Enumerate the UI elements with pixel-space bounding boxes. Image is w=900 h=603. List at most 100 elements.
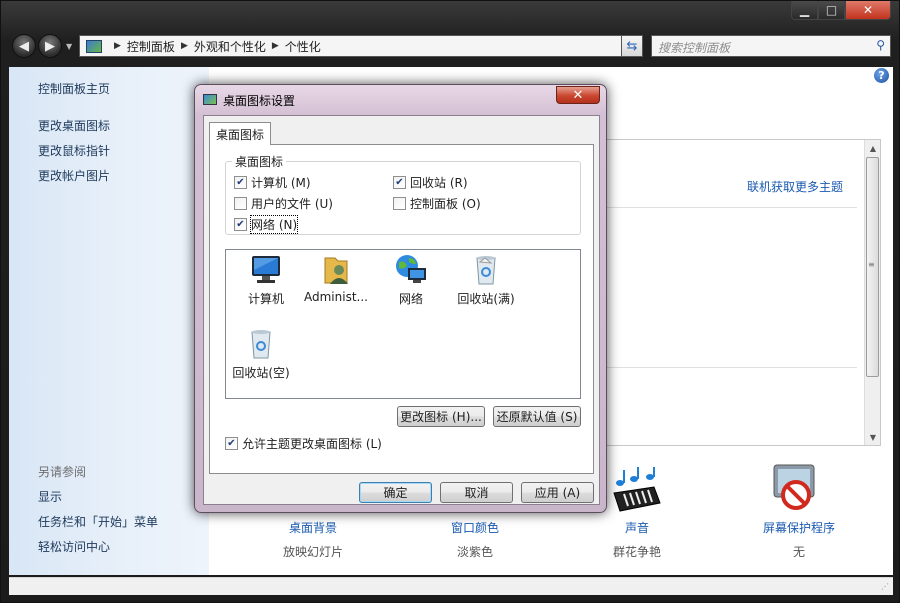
control-panel-checkbox[interactable]: 控制面板 (O)	[393, 195, 481, 212]
breadcrumb-separator-icon[interactable]: ▶	[114, 41, 121, 51]
recent-pages-dropdown[interactable]: ▼	[66, 42, 72, 51]
window-color-item[interactable]: 窗口颜色 淡紫色	[405, 519, 545, 560]
list-item-computer[interactable]: 计算机	[226, 254, 306, 307]
checkbox-box[interactable]	[393, 197, 406, 210]
desktop-icons-group: 桌面图标 ✔ 计算机 (M) ✔ 回收站 (R) 用户的文件 (U) 控制面板 …	[225, 153, 581, 235]
dialog-body: 桌面图标 桌面图标 ✔ 计算机 (M) ✔ 回收站 (R) 用户的文件 (U)	[203, 115, 600, 505]
list-item-label: 回收站(满)	[457, 292, 515, 306]
list-item-user-files[interactable]: Administ...	[296, 254, 376, 304]
checkbox-box[interactable]: ✔	[234, 176, 247, 189]
checkbox-label: 用户的文件 (U)	[251, 197, 333, 211]
maximize-button[interactable]: □	[818, 1, 845, 20]
group-title: 桌面图标	[232, 153, 287, 170]
list-item-recycle-bin-full[interactable]: 回收站(满)	[446, 254, 526, 307]
checkbox-label: 计算机 (M)	[251, 176, 311, 190]
address-bar[interactable]: ▶ 控制面板 ▶ 外观和个性化 ▶ 个性化 ▼	[79, 35, 643, 57]
allow-themes-checkbox[interactable]: ✔ 允许主题更改桌面图标 (L)	[225, 435, 382, 452]
network-checkbox[interactable]: ✔ 网络 (N)	[234, 215, 299, 234]
restore-default-button[interactable]: 还原默认值 (S)	[493, 406, 581, 427]
see-also-heading: 另请参阅	[38, 465, 87, 479]
screen-saver-item[interactable]: 屏幕保护程序 无	[729, 519, 869, 560]
list-item-label: 计算机	[247, 292, 284, 306]
window-color-label[interactable]: 窗口颜色	[405, 519, 545, 536]
help-icon[interactable]: ?	[874, 68, 889, 83]
recycle-bin-empty-icon	[251, 330, 271, 359]
checkbox-box[interactable]: ✔	[225, 437, 238, 450]
ok-button[interactable]: 确定	[359, 482, 432, 503]
breadcrumb-control-panel[interactable]: 控制面板	[127, 38, 175, 55]
dialog-icon	[203, 94, 217, 105]
screen-saver-value: 无	[792, 545, 805, 559]
sidebar-link-taskbar-start-menu[interactable]: 任务栏和「开始」菜单	[38, 513, 158, 530]
dialog-title: 桌面图标设置	[223, 94, 296, 108]
control-panel-icon	[86, 39, 102, 53]
desktop-icon-list[interactable]: 计算机 Administ... 网络 回收站(满) 回收站(空)	[225, 249, 581, 399]
scroll-up-icon[interactable]: ▲	[865, 140, 881, 156]
window-controls: ▁ □ ✕	[791, 1, 891, 20]
sounds-item[interactable]: 声音 群花争艳	[567, 519, 707, 560]
breadcrumb-personalization[interactable]: 个性化	[285, 38, 321, 55]
breadcrumb-separator-icon[interactable]: ▶	[181, 41, 188, 51]
recycle-bin-checkbox[interactable]: ✔ 回收站 (R)	[393, 174, 468, 191]
desktop-background-item[interactable]: 桌面背景 放映幻灯片	[243, 519, 383, 560]
sounds-music-icon[interactable]	[606, 467, 662, 515]
resize-grip-icon[interactable]: ⋰	[881, 582, 889, 591]
change-icon-button[interactable]: 更改图标 (H)...	[397, 406, 485, 427]
forward-button[interactable]: ▶	[38, 34, 62, 58]
navigation-bar: ◀ ▶ ▼ ▶ 控制面板 ▶ 外观和个性化 ▶ 个性化 ▼ ⇆ 搜索控制面板 ⚲	[9, 33, 891, 59]
checkbox-label: 控制面板 (O)	[410, 197, 481, 211]
sidebar-link-display[interactable]: 显示	[38, 488, 62, 505]
desktop-background-value: 放映幻灯片	[282, 545, 343, 559]
breadcrumb-appearance[interactable]: 外观和个性化	[194, 38, 266, 55]
desktop-background-label[interactable]: 桌面背景	[243, 519, 383, 536]
apply-button[interactable]: 应用 (A)	[521, 482, 594, 503]
search-placeholder: 搜索控制面板	[658, 41, 731, 55]
refresh-icon: ⇆	[626, 38, 638, 54]
list-item-network[interactable]: 网络	[371, 254, 451, 307]
sounds-label[interactable]: 声音	[567, 519, 707, 536]
back-button[interactable]: ◀	[12, 34, 36, 58]
search-input[interactable]: 搜索控制面板 ⚲	[651, 35, 891, 57]
window-color-value: 淡紫色	[456, 545, 493, 559]
checkbox-box[interactable]: ✔	[234, 218, 247, 231]
sidebar-link-change-account-picture[interactable]: 更改帐户图片	[38, 167, 110, 184]
computer-icon	[252, 256, 280, 283]
checkbox-label: 回收站 (R)	[410, 176, 468, 190]
dialog-close-button[interactable]: ✕	[556, 86, 600, 104]
cancel-button[interactable]: 取消	[440, 482, 513, 503]
user-folder-icon	[324, 257, 348, 284]
desktop-icon-settings-dialog: 桌面图标设置 ✕ 桌面图标 桌面图标 ✔ 计算机 (M) ✔ 回收站 (R) 用…	[194, 84, 607, 513]
minimize-button[interactable]: ▁	[791, 1, 818, 20]
computer-checkbox[interactable]: ✔ 计算机 (M)	[234, 174, 311, 191]
arrow-right-icon: ▶	[45, 38, 55, 54]
recycle-bin-full-icon	[476, 256, 496, 285]
screen-saver-icon[interactable]	[771, 463, 821, 515]
sidebar-link-control-panel-home[interactable]: 控制面板主页	[38, 80, 110, 97]
tab-panel: 桌面图标 ✔ 计算机 (M) ✔ 回收站 (R) 用户的文件 (U) 控制面板 …	[209, 144, 594, 474]
horizontal-scrollbar[interactable]: ⋰	[9, 577, 893, 595]
themes-scrollbar[interactable]: ▲ ≡ ▼	[864, 140, 880, 445]
screen-saver-label[interactable]: 屏幕保护程序	[729, 519, 869, 536]
tab-desktop-icons[interactable]: 桌面图标	[209, 122, 272, 145]
sidebar-link-change-mouse-pointers[interactable]: 更改鼠标指针	[38, 142, 110, 159]
close-icon: ✕	[572, 87, 584, 103]
search-icon[interactable]: ⚲	[876, 38, 885, 52]
checkbox-box[interactable]	[234, 197, 247, 210]
breadcrumb-separator-icon[interactable]: ▶	[272, 41, 279, 51]
checkbox-label: 网络 (N)	[249, 215, 299, 234]
get-more-themes-link[interactable]: 联机获取更多主题	[747, 178, 843, 195]
sidebar-link-ease-of-access[interactable]: 轻松访问中心	[38, 538, 110, 555]
sounds-value: 群花争艳	[612, 545, 661, 559]
scroll-down-icon[interactable]: ▼	[865, 429, 881, 445]
list-item-label: Administ...	[304, 290, 368, 304]
close-button[interactable]: ✕	[845, 1, 891, 20]
list-item-label: 网络	[398, 292, 423, 306]
list-item-recycle-bin-empty[interactable]: 回收站(空)	[221, 328, 301, 381]
list-item-label: 回收站(空)	[232, 366, 290, 380]
scrollbar-grip-icon: ≡	[868, 260, 875, 269]
checkbox-box[interactable]: ✔	[393, 176, 406, 189]
sidebar-link-change-desktop-icons[interactable]: 更改桌面图标	[38, 117, 110, 134]
user-files-checkbox[interactable]: 用户的文件 (U)	[234, 195, 333, 212]
sidebar: 控制面板主页 更改桌面图标 更改鼠标指针 更改帐户图片 另请参阅 显示 任务栏和…	[9, 67, 209, 575]
refresh-button[interactable]: ⇆	[621, 35, 643, 57]
